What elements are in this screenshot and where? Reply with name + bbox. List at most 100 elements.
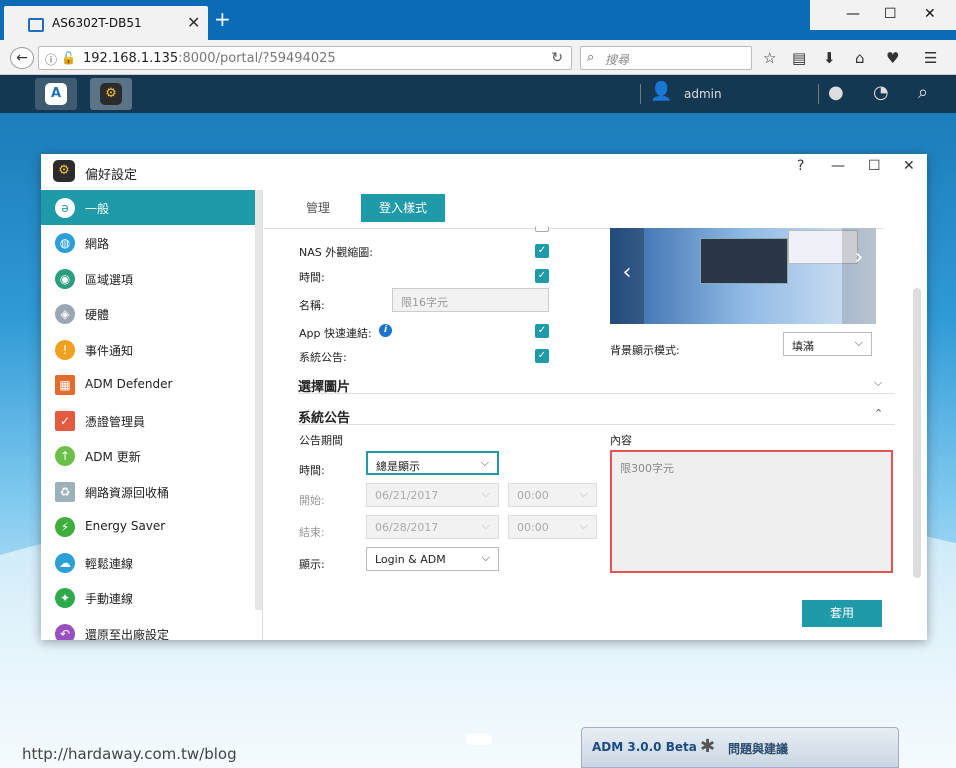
- sidebar-item-label: 手動連線: [85, 592, 134, 606]
- end-date-select[interactable]: 06/28/2017 ⌵: [366, 515, 499, 539]
- sidebar-item-label: Energy Saver: [85, 519, 166, 533]
- chevron-up-icon[interactable]: ⌃: [874, 407, 883, 420]
- notification-icon[interactable]: ●: [828, 82, 844, 103]
- end-label: 結束:: [299, 526, 325, 539]
- period-time-label: 時間:: [299, 464, 325, 477]
- browser-tab[interactable]: AS6302T-DB51 ✕: [4, 6, 208, 40]
- sidebar-item-adm-defender[interactable]: ▦ ADM Defender: [41, 367, 255, 402]
- sidebar-scrollbar[interactable]: [255, 190, 262, 610]
- feedback-link[interactable]: 問題與建議: [728, 740, 788, 757]
- sidebar-item-ezconnect[interactable]: ☁ 輕鬆連線: [41, 545, 255, 580]
- start-time-value: 00:00: [517, 489, 549, 502]
- start-date-select[interactable]: 06/21/2017 ⌵: [366, 483, 499, 507]
- sidebar-item-factory-reset[interactable]: ↶ 還原至出廠設定: [41, 616, 255, 640]
- name-input[interactable]: 限16字元: [392, 288, 549, 312]
- download-icon[interactable]: ⬇: [823, 49, 836, 67]
- user-avatar-icon[interactable]: 👤: [650, 81, 674, 105]
- period-label: 公告期間: [299, 434, 343, 447]
- display-select[interactable]: Login & ADM ⌵: [366, 547, 499, 571]
- home-icon[interactable]: ⌂: [855, 49, 865, 67]
- announcement-label: 系統公告:: [299, 351, 347, 364]
- new-tab-button[interactable]: +: [214, 9, 231, 29]
- bg-mode-select[interactable]: 填滿 ⌵: [783, 332, 872, 356]
- restore-icon: ↶: [55, 624, 75, 640]
- preferences-app-button[interactable]: ⚙: [90, 78, 132, 110]
- sidebar-item-label: ADM Defender: [85, 377, 173, 391]
- sidebar-item-manual-connect[interactable]: ✦ 手動連線: [41, 580, 255, 615]
- dashboard-icon[interactable]: ◔: [873, 82, 889, 103]
- sidebar-item-general[interactable]: ə 一般: [41, 190, 255, 225]
- announcement-checkbox[interactable]: ✓: [535, 349, 549, 363]
- minimize-window-button[interactable]: —: [846, 6, 860, 22]
- sidebar-item-label: 網路資源回收桶: [85, 486, 170, 500]
- back-button[interactable]: ←: [10, 47, 34, 69]
- maximize-window-button[interactable]: ☐: [884, 6, 897, 22]
- chevron-down-icon: ⌵: [481, 519, 490, 532]
- sidebar-item-label: 區域選項: [85, 273, 134, 287]
- nas-thumbnail-checkbox[interactable]: ✓: [535, 244, 549, 258]
- start-time-select[interactable]: 00:00 ⌵: [508, 483, 597, 507]
- sidebar-item-hardware[interactable]: ◈ 硬體: [41, 296, 255, 331]
- username[interactable]: admin: [684, 87, 722, 101]
- sidebar-item-network[interactable]: ◍ 網路: [41, 225, 255, 260]
- sidebar-item-certificate[interactable]: ✓ 憑證管理員: [41, 403, 255, 438]
- cloud-icon: ☁: [55, 553, 75, 573]
- time-label: 時間:: [299, 271, 325, 284]
- info-icon[interactable]: i: [379, 324, 392, 337]
- dock-indicator[interactable]: [466, 734, 492, 745]
- announcement-content-textarea[interactable]: 限300字元: [610, 450, 893, 573]
- sidebar-item-region[interactable]: ◉ 區域選項: [41, 261, 255, 296]
- chevron-down-icon[interactable]: ⌵: [874, 376, 882, 390]
- menu-icon[interactable]: ☰: [924, 49, 937, 67]
- sidebar-item-label: 輕鬆連線: [85, 557, 134, 571]
- sidebar-item-adm-update[interactable]: ↑ ADM 更新: [41, 438, 255, 473]
- bookmark-star-icon[interactable]: ☆: [763, 49, 776, 67]
- help-button[interactable]: ?: [797, 158, 804, 174]
- insecure-lock-icon[interactable]: 🔓: [61, 51, 76, 65]
- time-checkbox[interactable]: ✓: [535, 269, 549, 283]
- sidebar-item-label: 網路: [85, 237, 110, 251]
- end-time-select[interactable]: 00:00 ⌵: [508, 515, 597, 539]
- tab-manage[interactable]: 管理: [288, 194, 348, 222]
- window-title-bar[interactable]: ⚙ 偏好設定 ? — ☐ ✕: [41, 154, 927, 190]
- previous-image-arrow-icon[interactable]: ‹: [610, 228, 644, 324]
- tab-login-style[interactable]: 登入樣式: [361, 194, 446, 222]
- firewall-icon: ▦: [55, 375, 75, 395]
- pocket-icon[interactable]: ♥: [886, 49, 899, 67]
- sidebar-item-recycle-bin[interactable]: ♻ 網路資源回收桶: [41, 474, 255, 509]
- minimize-button[interactable]: —: [831, 158, 845, 174]
- connect-icon: ✦: [55, 588, 75, 608]
- bug-icon[interactable]: ✱: [700, 736, 715, 757]
- app-central-button[interactable]: A: [35, 78, 77, 110]
- info-icon[interactable]: ⓘ: [45, 51, 57, 68]
- globe-icon: ◍: [55, 233, 75, 253]
- adm-version-panel: ADM 3.0.0 Beta ✱ 問題與建議: [581, 727, 899, 768]
- url-bar[interactable]: ⓘ 🔓 192.168.1.135:8000/portal/?59494025 …: [38, 46, 572, 70]
- bg-mode-label: 背景顯示模式:: [610, 344, 680, 357]
- gear-icon: ⚙: [53, 160, 75, 182]
- search-box[interactable]: ⌕ 搜尋: [580, 46, 752, 70]
- display-label: 顯示:: [299, 558, 325, 571]
- search-icon[interactable]: ⌕: [918, 82, 928, 103]
- watermark: http://hardaway.com.tw/blog: [22, 745, 237, 763]
- chevron-down-icon: ⌵: [480, 456, 489, 469]
- close-tab-icon[interactable]: ✕: [187, 13, 200, 32]
- sidebar-item-energy-saver[interactable]: ⚡ Energy Saver: [41, 509, 255, 544]
- reading-list-icon[interactable]: ▤: [792, 49, 806, 67]
- period-time-select[interactable]: 總是顯示 ⌵: [366, 451, 499, 475]
- main-scrollbar[interactable]: [913, 288, 921, 578]
- partial-checkbox[interactable]: [535, 226, 549, 232]
- chevron-down-icon: ⌵: [579, 487, 588, 500]
- apply-button[interactable]: 套用: [802, 600, 882, 627]
- sidebar-item-notification[interactable]: ! 事件通知: [41, 332, 255, 367]
- reload-icon[interactable]: ↻: [551, 50, 563, 66]
- certificate-icon: ✓: [55, 411, 75, 431]
- update-arrow-icon: ↑: [55, 446, 75, 466]
- general-icon: ə: [55, 198, 75, 218]
- close-window-button[interactable]: ✕: [924, 6, 936, 22]
- chevron-down-icon: ⌵: [579, 519, 588, 532]
- maximize-button[interactable]: ☐: [868, 158, 881, 174]
- next-image-arrow-icon[interactable]: ›: [842, 228, 876, 324]
- app-quick-link-checkbox[interactable]: ✓: [535, 324, 549, 338]
- close-button[interactable]: ✕: [903, 158, 915, 174]
